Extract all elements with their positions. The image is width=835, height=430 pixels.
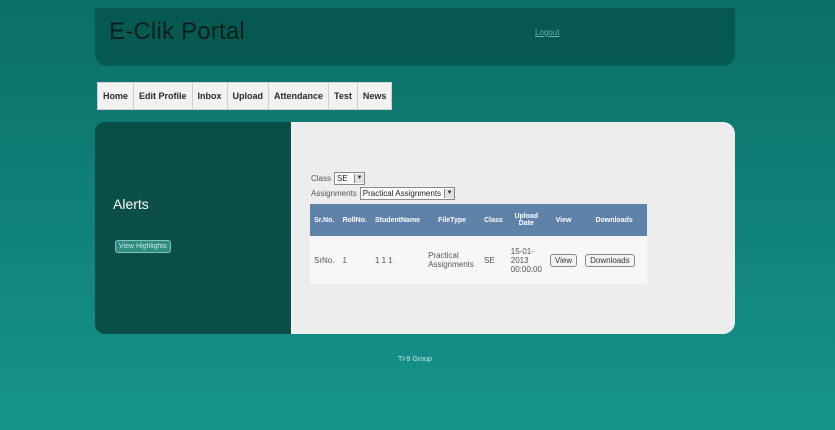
view-button[interactable]: View xyxy=(549,253,578,267)
content-panel: Class SE ▼ Assignments Practical Assignm… xyxy=(291,122,735,334)
table-row: SrNo. 1 1 1 1 Practical Assignments SE 1… xyxy=(310,236,648,284)
cell-rollno: 1 xyxy=(338,236,371,284)
class-select-value: SE xyxy=(337,174,348,183)
assignments-row: Assignments Practical Assignments ▼ xyxy=(311,187,456,200)
cell-class: SE xyxy=(480,236,507,284)
col-rollno: RollNo. xyxy=(338,204,371,236)
chevron-down-icon: ▼ xyxy=(354,174,365,183)
logout-link[interactable]: Logout xyxy=(535,28,559,37)
footer-text: TI-9 Group xyxy=(398,356,432,363)
assignments-select[interactable]: Practical Assignments ▼ xyxy=(359,187,456,200)
col-filetype: FileType xyxy=(424,204,481,236)
header-bar: E-Clik Portal Logout xyxy=(95,8,735,66)
col-studentname: StudentName xyxy=(370,204,425,236)
assignments-table: Sr.No. RollNo. StudentName FileType Clas… xyxy=(310,204,648,284)
class-row: Class SE ▼ xyxy=(311,172,366,185)
site-logo: E-Clik Portal xyxy=(109,18,245,45)
cell-upload-date: 15-01-2013 00:00:00 xyxy=(506,236,546,284)
downloads-button[interactable]: Downloads xyxy=(585,253,635,267)
col-downloads: Downloads xyxy=(581,204,648,236)
cell-downloads: Downloads xyxy=(581,236,648,284)
col-view: View xyxy=(545,204,582,236)
cell-srno: SrNo. xyxy=(310,236,339,284)
main-nav: Home Edit Profile Inbox Upload Attendanc… xyxy=(97,82,393,110)
alerts-title: Alerts xyxy=(113,196,149,212)
view-highlights-button[interactable]: View Highlights xyxy=(115,240,171,253)
nav-upload[interactable]: Upload xyxy=(228,83,270,109)
cell-view: View xyxy=(545,236,582,284)
nav-news[interactable]: News xyxy=(358,83,392,109)
nav-inbox[interactable]: Inbox xyxy=(193,83,228,109)
nav-home[interactable]: Home xyxy=(98,83,135,109)
table-header-row: Sr.No. RollNo. StudentName FileType Clas… xyxy=(310,204,648,236)
class-label: Class xyxy=(311,174,332,183)
cell-studentname: 1 1 1 xyxy=(370,236,425,284)
col-class: Class xyxy=(480,204,507,236)
assignments-select-value: Practical Assignments xyxy=(362,189,442,198)
col-srno: Sr.No. xyxy=(310,204,339,236)
assignments-label: Assignments xyxy=(311,189,357,198)
nav-attendance[interactable]: Attendance xyxy=(269,83,330,109)
chevron-down-icon: ▼ xyxy=(444,189,455,198)
cell-filetype: Practical Assignments xyxy=(424,236,481,284)
nav-edit-profile[interactable]: Edit Profile xyxy=(134,83,193,109)
nav-test[interactable]: Test xyxy=(329,83,358,109)
alerts-panel: Alerts View Highlights xyxy=(95,122,293,334)
col-upload-date: Upload Date xyxy=(506,204,546,236)
class-select[interactable]: SE ▼ xyxy=(334,172,366,185)
